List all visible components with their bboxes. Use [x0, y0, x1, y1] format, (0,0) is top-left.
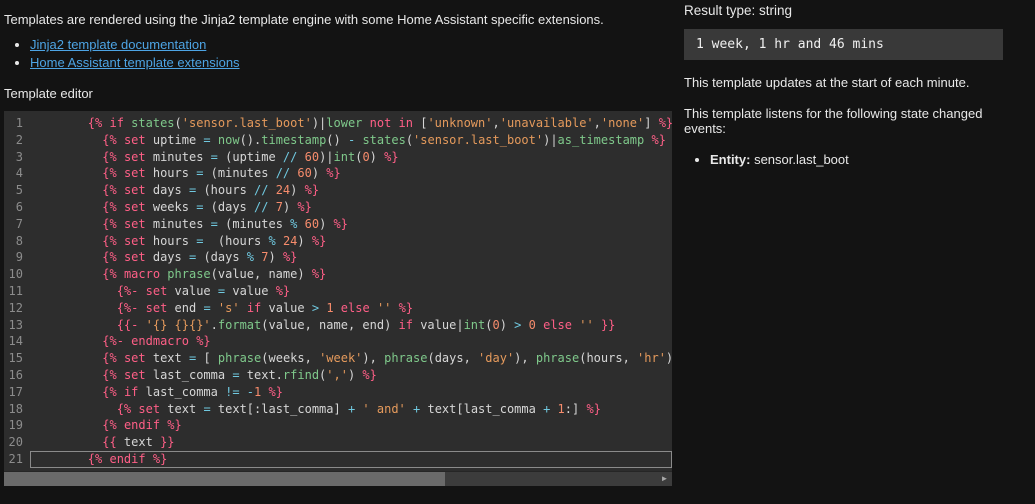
line-number: 4	[4, 165, 30, 182]
code-line-content[interactable]: {% if states('sensor.last_boot')|lower n…	[30, 115, 672, 132]
line-number: 9	[4, 249, 30, 266]
entity-label: Entity:	[710, 152, 750, 167]
code-line-content[interactable]: {% if last_comma != -1 %}	[30, 384, 672, 401]
code-line-content[interactable]: {% set days = (days % 7) %}	[30, 249, 672, 266]
code-line-content[interactable]: {% set minutes = (minutes % 60) %}	[30, 216, 672, 233]
horizontal-scrollbar[interactable]: ►	[4, 471, 672, 486]
code-line-content[interactable]: {% set weeks = (days // 7) %}	[30, 199, 672, 216]
code-line[interactable]: 18 {% set text = text[:last_comma] + ' a…	[4, 401, 672, 418]
line-number: 3	[4, 149, 30, 166]
code-line[interactable]: 2 {% set uptime = now().timestamp() - st…	[4, 132, 672, 149]
template-editor-label: Template editor	[4, 86, 672, 101]
code-line-content[interactable]: {{ text }}	[30, 434, 672, 451]
line-number: 2	[4, 132, 30, 149]
line-number: 21	[4, 451, 30, 468]
intro-text: Templates are rendered using the Jinja2 …	[4, 12, 672, 27]
code-line-content[interactable]: {%- set value = value %}	[30, 283, 672, 300]
result-listens-text: This template listens for the following …	[684, 106, 1027, 136]
code-line-content[interactable]: {{- '{} {}{}'.format(value, name, end) i…	[30, 317, 672, 334]
doc-links: Jinja2 template documentation Home Assis…	[4, 37, 672, 70]
scrollbar-thumb[interactable]	[4, 472, 445, 486]
code-line-content[interactable]: {% set uptime = now().timestamp() - stat…	[30, 132, 672, 149]
code-line-content[interactable]: {% endif %}	[30, 451, 672, 468]
code-line[interactable]: 3 {% set minutes = (uptime // 60)|int(0)…	[4, 149, 672, 166]
code-line[interactable]: 6 {% set weeks = (days // 7) %}	[4, 199, 672, 216]
result-value: 1 week, 1 hr and 46 mins	[684, 29, 1003, 60]
line-number: 17	[4, 384, 30, 401]
code-line-content[interactable]: {% macro phrase(value, name) %}	[30, 266, 672, 283]
code-line[interactable]: 10 {% macro phrase(value, name) %}	[4, 266, 672, 283]
code-line-content[interactable]: {% set minutes = (uptime // 60)|int(0) %…	[30, 149, 672, 166]
list-item: Jinja2 template documentation	[30, 37, 672, 52]
scroll-right-arrow-icon[interactable]: ►	[657, 472, 672, 486]
code-line[interactable]: 19 {% endif %}	[4, 417, 672, 434]
code-line[interactable]: 20 {{ text }}	[4, 434, 672, 451]
result-column: Result type: string 1 week, 1 hr and 46 …	[672, 0, 1035, 504]
entity-value: sensor.last_boot	[754, 152, 849, 167]
line-number: 15	[4, 350, 30, 367]
line-number: 7	[4, 216, 30, 233]
code-line-content[interactable]: {%- set end = 's' if value > 1 else '' %…	[30, 300, 672, 317]
entity-list: Entity: sensor.last_boot	[684, 152, 1027, 167]
template-editor[interactable]: 1 {% if states('sensor.last_boot')|lower…	[4, 111, 672, 486]
code-line[interactable]: 7 {% set minutes = (minutes % 60) %}	[4, 216, 672, 233]
line-number: 1	[4, 115, 30, 132]
line-number: 11	[4, 283, 30, 300]
code-lines[interactable]: 1 {% if states('sensor.last_boot')|lower…	[4, 111, 672, 471]
list-item: Home Assistant template extensions	[30, 55, 672, 70]
line-number: 18	[4, 401, 30, 418]
line-number: 19	[4, 417, 30, 434]
line-number: 8	[4, 233, 30, 250]
line-number: 14	[4, 333, 30, 350]
code-line[interactable]: 14 {%- endmacro %}	[4, 333, 672, 350]
code-line[interactable]: 4 {% set hours = (minutes // 60) %}	[4, 165, 672, 182]
result-type-label: Result type: string	[684, 3, 1027, 18]
line-number: 12	[4, 300, 30, 317]
code-line[interactable]: 11 {%- set value = value %}	[4, 283, 672, 300]
code-line[interactable]: 12 {%- set end = 's' if value > 1 else '…	[4, 300, 672, 317]
code-line-content[interactable]: {% set text = [ phrase(weeks, 'week'), p…	[30, 350, 672, 367]
line-number: 5	[4, 182, 30, 199]
entity-list-item: Entity: sensor.last_boot	[710, 152, 1027, 167]
editor-column: Templates are rendered using the Jinja2 …	[0, 0, 672, 504]
code-line-content[interactable]: {% set hours = (hours % 24) %}	[30, 233, 672, 250]
code-line-content[interactable]: {% set days = (hours // 24) %}	[30, 182, 672, 199]
line-number: 10	[4, 266, 30, 283]
link-jinja2-docs[interactable]: Jinja2 template documentation	[30, 37, 206, 52]
code-line[interactable]: 17 {% if last_comma != -1 %}	[4, 384, 672, 401]
line-number: 20	[4, 434, 30, 451]
code-line-content[interactable]: {%- endmacro %}	[30, 333, 672, 350]
code-line-content[interactable]: {% set hours = (minutes // 60) %}	[30, 165, 672, 182]
code-line[interactable]: 8 {% set hours = (hours % 24) %}	[4, 233, 672, 250]
code-line[interactable]: 21 {% endif %}	[4, 451, 672, 468]
code-line-content[interactable]: {% set text = text[:last_comma] + ' and'…	[30, 401, 672, 418]
code-line[interactable]: 9 {% set days = (days % 7) %}	[4, 249, 672, 266]
code-line[interactable]: 15 {% set text = [ phrase(weeks, 'week')…	[4, 350, 672, 367]
code-line-content[interactable]: {% set last_comma = text.rfind(',') %}	[30, 367, 672, 384]
line-number: 6	[4, 199, 30, 216]
code-line[interactable]: 13 {{- '{} {}{}'.format(value, name, end…	[4, 317, 672, 334]
code-line-content[interactable]: {% endif %}	[30, 417, 672, 434]
code-line[interactable]: 5 {% set days = (hours // 24) %}	[4, 182, 672, 199]
link-ha-template-extensions[interactable]: Home Assistant template extensions	[30, 55, 240, 70]
code-line[interactable]: 16 {% set last_comma = text.rfind(',') %…	[4, 367, 672, 384]
code-line[interactable]: 1 {% if states('sensor.last_boot')|lower…	[4, 115, 672, 132]
template-dev-tools-page: Templates are rendered using the Jinja2 …	[0, 0, 1035, 504]
line-number: 13	[4, 317, 30, 334]
line-number: 16	[4, 367, 30, 384]
result-updates-text: This template updates at the start of ea…	[684, 75, 1027, 90]
